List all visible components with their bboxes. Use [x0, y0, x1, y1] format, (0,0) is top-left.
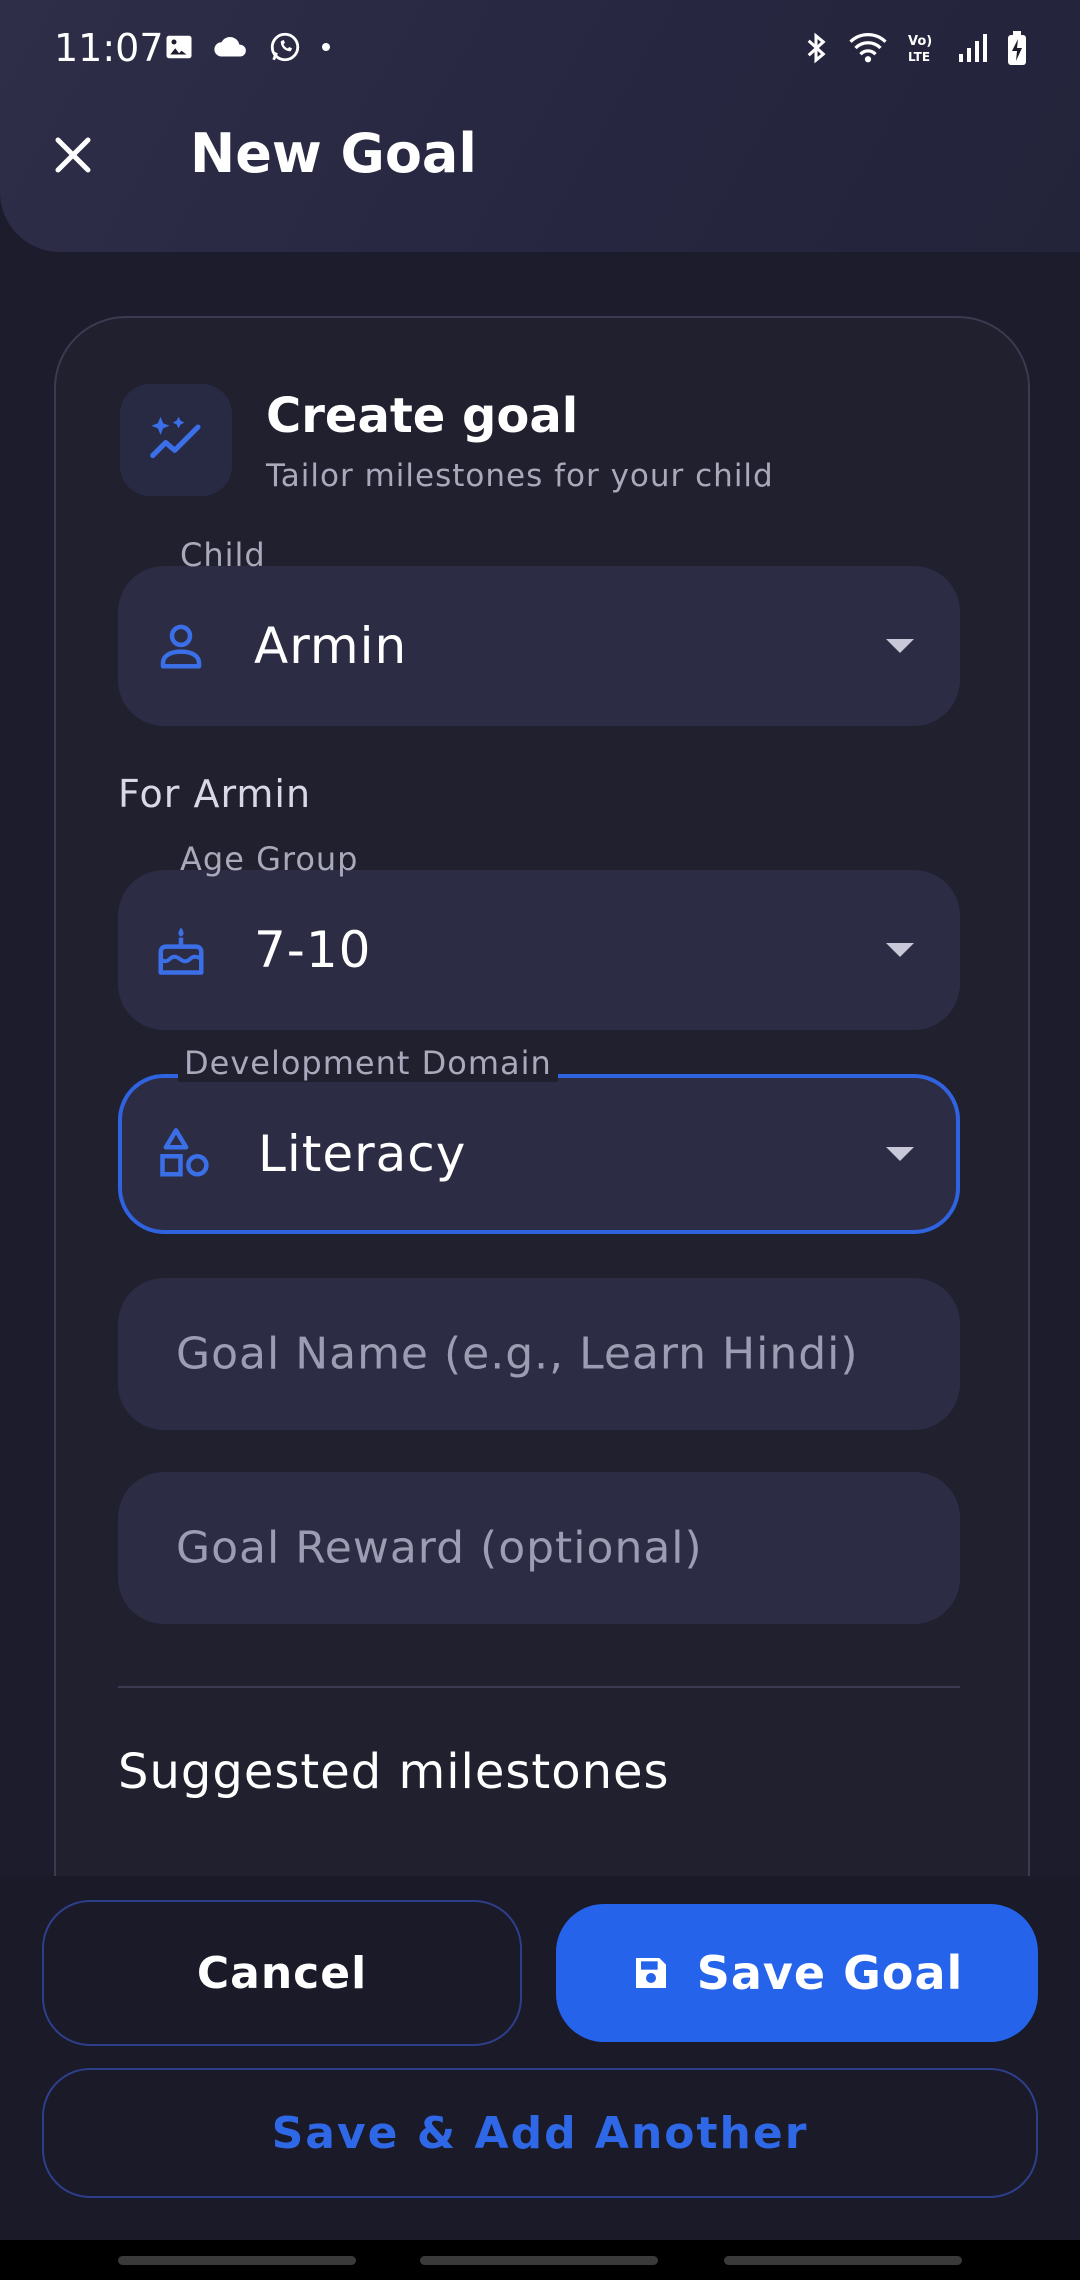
system-nav-bar — [0, 2240, 1080, 2280]
child-select-label: Child — [180, 536, 266, 574]
save-goal-button-label: Save Goal — [696, 1946, 964, 2000]
development-domain-select-value: Literacy — [258, 1125, 467, 1183]
wifi-icon — [849, 32, 887, 63]
cake-icon — [158, 927, 204, 975]
image-icon — [166, 35, 192, 59]
goal-name-placeholder: Goal Name (e.g., Learn Hindi) — [176, 1328, 859, 1380]
save-and-add-another-button[interactable]: Save & Add Another — [42, 2068, 1038, 2198]
save-icon — [635, 1958, 666, 1988]
development-domain-select[interactable]: Development Domain Literacy — [118, 1044, 960, 1234]
person-icon — [160, 624, 202, 669]
development-domain-select-label: Development Domain — [178, 1044, 558, 1082]
chevron-down-icon — [886, 639, 914, 653]
shapes-icon — [160, 1128, 209, 1177]
battery-charging-icon — [1008, 31, 1026, 65]
close-icon[interactable] — [48, 130, 98, 180]
section-label-for-child: For Armin — [118, 772, 312, 816]
cloud-icon — [214, 36, 246, 57]
save-and-add-another-label: Save & Add Another — [271, 2107, 809, 2159]
cancel-button[interactable]: Cancel — [42, 1900, 522, 2046]
svg-text:Vo): Vo) — [908, 34, 932, 49]
status-bar: 11:07 Vo) LTE — [0, 0, 1080, 100]
card-title: Create goal — [266, 388, 579, 444]
nav-handle[interactable] — [724, 2256, 962, 2265]
nav-handle[interactable] — [118, 2256, 356, 2265]
cancel-button-label: Cancel — [196, 1947, 368, 1999]
save-goal-button[interactable]: Save Goal — [556, 1904, 1038, 2042]
sparkles-trend-icon — [150, 416, 201, 459]
goal-reward-input[interactable]: Goal Reward (optional) — [118, 1472, 960, 1624]
nav-handle[interactable] — [420, 2256, 658, 2265]
chevron-down-icon — [886, 943, 914, 957]
chevron-down-icon — [886, 1147, 914, 1161]
svg-text:LTE: LTE — [908, 50, 930, 64]
whatsapp-icon — [270, 32, 300, 62]
age-group-select[interactable]: Age Group 7-10 — [118, 840, 960, 1030]
bluetooth-icon — [807, 32, 826, 64]
card-subtitle: Tailor milestones for your child — [266, 458, 774, 494]
suggested-milestones-heading: Suggested milestones — [118, 1744, 670, 1800]
card-icon-badge — [120, 384, 232, 496]
child-select[interactable]: Child Armin — [118, 536, 960, 726]
volte-icon: Vo)LTE — [908, 34, 932, 64]
child-select-value: Armin — [254, 617, 408, 675]
goal-reward-placeholder: Goal Reward (optional) — [176, 1522, 703, 1574]
page-title: New Goal — [190, 122, 477, 185]
section-divider — [118, 1686, 960, 1688]
dot-icon — [322, 43, 330, 51]
signal-icon — [959, 34, 987, 62]
age-group-select-value: 7-10 — [254, 921, 372, 979]
age-group-select-label: Age Group — [180, 840, 359, 878]
status-time: 11:07 — [54, 26, 164, 70]
goal-name-input[interactable]: Goal Name (e.g., Learn Hindi) — [118, 1278, 960, 1430]
